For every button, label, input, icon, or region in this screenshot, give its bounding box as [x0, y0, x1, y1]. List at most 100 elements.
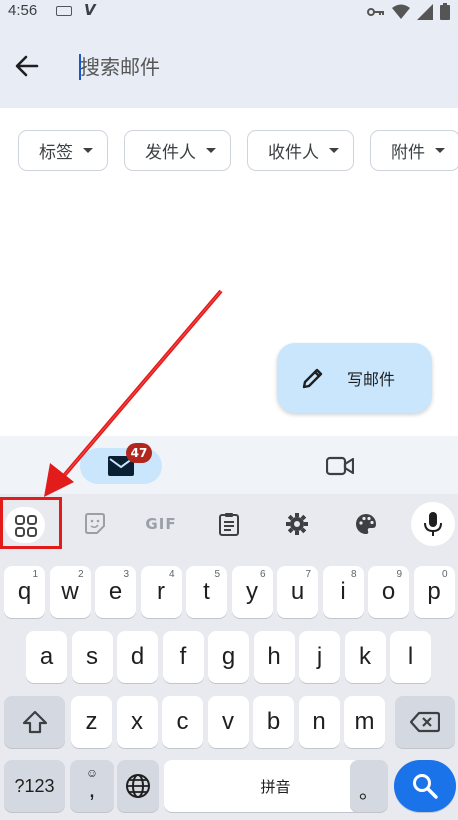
emoji-comma-key[interactable]: ☺ , [70, 760, 114, 812]
symbols-key-label: ?123 [14, 775, 55, 796]
key-hint: 8 [350, 569, 357, 580]
key-x[interactable]: x [116, 696, 158, 748]
key-label: x [131, 708, 143, 735]
symbols-key[interactable]: ?123 [4, 760, 65, 812]
v-icon: V [84, 1, 96, 19]
key-h[interactable]: h [253, 631, 295, 683]
key-s[interactable]: s [71, 631, 113, 683]
key-v[interactable]: v [207, 696, 249, 748]
language-key[interactable] [117, 760, 159, 812]
period-key[interactable]: 。 [350, 760, 388, 812]
voice-input-button[interactable] [411, 502, 455, 546]
theme-button[interactable] [348, 506, 384, 542]
compose-button[interactable]: 写邮件 [277, 343, 432, 413]
backspace-key[interactable] [395, 696, 455, 748]
key-j[interactable]: j [299, 631, 340, 683]
wifi-icon [392, 4, 410, 19]
filter-chip-attachments[interactable]: 附件 [370, 130, 458, 171]
status-time: 4:56 [8, 2, 38, 19]
key-hint: 6 [259, 569, 266, 580]
search-header [0, 24, 458, 108]
chip-label: 标签 [39, 143, 73, 163]
shift-arrow-icon [22, 710, 47, 734]
key-q[interactable]: q1 [4, 566, 45, 618]
key-u[interactable]: u7 [277, 566, 318, 618]
key-hint: 1 [32, 569, 38, 580]
unread-badge: 47 [126, 443, 152, 463]
filter-chip-from[interactable]: 发件人 [124, 130, 231, 171]
key-label: j [316, 643, 323, 670]
video-camera-icon[interactable] [326, 456, 354, 476]
chip-label: 附件 [391, 143, 425, 163]
status-bar: 4:56 V [0, 0, 458, 24]
key-label: r [157, 578, 165, 605]
key-g[interactable]: g [208, 631, 249, 683]
comma-label: , [88, 776, 96, 803]
filter-chip-labels[interactable]: 标签 [18, 130, 108, 171]
key-d[interactable]: d [117, 631, 158, 683]
key-t[interactable]: t5 [186, 566, 227, 618]
clipboard-icon [219, 513, 239, 536]
caret-down-icon [329, 148, 339, 153]
battery-icon [440, 3, 450, 20]
key-label: q [17, 578, 32, 605]
key-label: t [203, 578, 210, 605]
key-label: p [427, 578, 441, 605]
key-label: l [407, 643, 414, 670]
key-label: o [381, 578, 396, 605]
key-a[interactable]: a [26, 631, 67, 683]
key-label: k [359, 643, 371, 670]
key-y[interactable]: y6 [231, 566, 273, 618]
key-label: y [246, 578, 258, 605]
search-input[interactable] [80, 52, 420, 82]
settings-button[interactable] [279, 506, 315, 542]
bottom-nav: 47 [0, 436, 458, 494]
chip-label: 发件人 [145, 143, 196, 163]
pencil-icon [302, 368, 323, 389]
key-b[interactable]: b [253, 696, 294, 748]
key-i[interactable]: i8 [322, 566, 364, 618]
soft-keyboard: GIF q 1 w 2 e 3 r 4 t 5 y 6 u 7 i 8 o 9 … [0, 494, 458, 820]
key-n[interactable]: n [298, 696, 340, 748]
search-enter-key[interactable] [394, 760, 456, 812]
key-label: n [312, 708, 326, 735]
caret-down-icon [435, 148, 445, 153]
mic-icon [424, 512, 442, 536]
chip-label: 收件人 [268, 143, 319, 163]
search-icon [413, 774, 438, 799]
vpn-key-icon [367, 7, 384, 16]
key-e[interactable]: e3 [95, 566, 136, 618]
backspace-icon [410, 711, 440, 733]
key-p[interactable]: p0 [413, 566, 455, 618]
compose-label: 写邮件 [347, 370, 396, 389]
arrow-left-icon[interactable] [12, 51, 42, 81]
key-k[interactable]: k [344, 631, 386, 683]
key-label: v [222, 708, 234, 735]
key-r[interactable]: r4 [140, 566, 182, 618]
key-m[interactable]: m [344, 696, 385, 748]
clipboard-button[interactable] [211, 506, 247, 542]
key-l[interactable]: l [390, 631, 431, 683]
key-label: f [179, 643, 187, 670]
palette-icon [356, 514, 376, 534]
key-hint: 4 [168, 569, 175, 580]
key-label: m [354, 708, 375, 735]
shift-key[interactable] [4, 696, 65, 748]
key-label: d [130, 643, 145, 670]
key-label: s [86, 643, 98, 670]
period-key-label: 。 [359, 781, 379, 803]
key-z[interactable]: z [71, 696, 112, 748]
key-hint: 7 [305, 569, 311, 580]
keyboard-toolbar: GIF [0, 494, 458, 554]
space-key-label: 拼音 [260, 778, 291, 796]
caret-down-icon [206, 148, 216, 153]
key-w[interactable]: w2 [49, 566, 91, 618]
filter-chip-to[interactable]: 收件人 [247, 130, 354, 171]
key-c[interactable]: c [162, 696, 203, 748]
key-o[interactable]: o9 [368, 566, 409, 618]
sticker-button[interactable] [77, 506, 113, 542]
key-label: z [85, 708, 98, 735]
gif-button[interactable]: GIF [143, 506, 179, 542]
keyboard-icon [56, 6, 72, 16]
key-f[interactable]: f [162, 631, 204, 683]
